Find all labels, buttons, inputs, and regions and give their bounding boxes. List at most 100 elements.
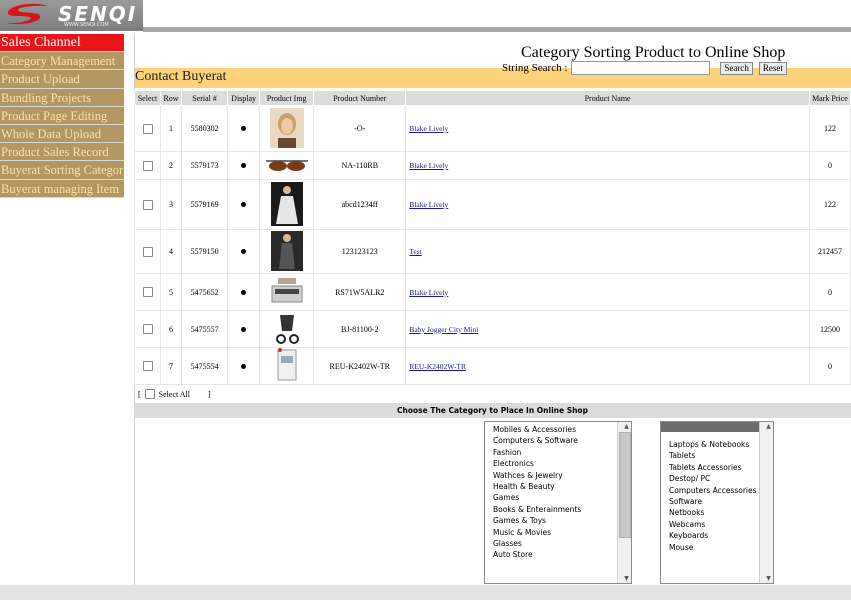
row-product-name-cell: Baby Jogger City Mini — [405, 310, 810, 348]
bracket-open: [ — [138, 389, 141, 399]
row-product-number: NA-110RB — [313, 151, 407, 180]
scroll-down-icon[interactable]: ▼ — [619, 574, 630, 583]
product-image[interactable] — [274, 311, 300, 347]
selected-highlight — [661, 422, 764, 432]
scroll-up-icon[interactable]: ▲ — [761, 422, 772, 431]
row-serial: 5580302 — [181, 105, 229, 152]
category-option[interactable]: Auto Store — [489, 549, 631, 560]
sub-listbox-scrollbar[interactable]: ▲ ▼ — [759, 422, 773, 583]
row-select-cell — [133, 347, 162, 385]
product-name-link[interactable]: REU-K2402W-TR — [409, 362, 466, 371]
subcategory-option[interactable]: Laptops & Notebooks — [665, 439, 773, 450]
product-name-link[interactable]: Baby Jogger City Mini — [409, 325, 478, 334]
row-select-cell — [133, 151, 162, 180]
subcategory-option[interactable]: Destop/ PC — [665, 473, 773, 484]
category-header: Choose The Category to Place In Online S… — [134, 403, 851, 418]
category-option[interactable]: Glasses — [489, 538, 631, 549]
product-name-link[interactable]: Blake Lively — [409, 124, 448, 133]
row-checkbox[interactable] — [142, 199, 153, 210]
sidebar-item-buyerat-sorting-category[interactable]: Buyerat Sorting Category — [0, 161, 124, 180]
category-option[interactable]: Health & Beauty — [489, 481, 631, 492]
subcategory-option[interactable]: Keyboards — [665, 530, 773, 541]
product-name-link[interactable]: Blake Lively — [409, 288, 448, 297]
scroll-up-icon[interactable]: ▲ — [619, 422, 630, 431]
row-product-name-cell: Blake Lively — [405, 151, 810, 180]
category-option[interactable]: Mobiles & Accessories — [489, 424, 631, 435]
category-listbox-main[interactable]: Mobiles & Accessories Computers & Softwar… — [484, 421, 632, 584]
sidebar-item-product-page-editing[interactable]: Product Page Editing — [0, 106, 124, 125]
product-image[interactable] — [269, 107, 304, 150]
product-name-link[interactable]: Test — [409, 247, 421, 256]
subcategory-option[interactable]: Tablets Accessories — [665, 462, 773, 473]
row-checkbox[interactable] — [142, 160, 153, 171]
category-option[interactable]: Books & Enterainments — [489, 504, 631, 515]
row-mark-price: 0 — [808, 151, 851, 180]
category-listbox-sub[interactable]: Laptops & Notebooks Tablets Tablets Access… — [660, 421, 774, 584]
subcategory-option[interactable]: Software — [665, 496, 773, 507]
sidebar-item-buyerat-managing-item[interactable]: Buyerat managing Item — [0, 179, 124, 198]
scroll-down-icon[interactable]: ▼ — [761, 574, 772, 583]
product-name-link[interactable]: Blake Lively — [409, 200, 448, 209]
row-mark-price: 12500 — [808, 310, 851, 348]
sidebar-item-sales-channel[interactable]: Sales Channel — [0, 34, 124, 53]
product-image[interactable] — [274, 348, 300, 384]
sidebar-item-product-sales-record[interactable]: Product Sales Record — [0, 143, 124, 162]
reset-button[interactable]: Reset — [758, 61, 787, 75]
sidebar-item-category-management[interactable]: Category Management — [0, 52, 124, 71]
scroll-thumb[interactable] — [619, 432, 631, 538]
row-mark-price: 122 — [808, 179, 851, 230]
product-image[interactable] — [270, 230, 303, 273]
search-button[interactable]: Search — [720, 61, 753, 75]
table-row: 7 5475554 REU-K2402W-TR REU-K2402W-TR 0 — [133, 347, 851, 385]
row-number: 3 — [160, 179, 183, 230]
select-all-checkbox[interactable] — [144, 389, 155, 399]
subcategory-option[interactable]: Netbooks — [665, 507, 773, 518]
header-product-name: Product Name — [405, 90, 810, 106]
display-dot-icon — [241, 363, 247, 369]
row-product-number: BJ-81100-2 — [313, 310, 407, 348]
product-image[interactable] — [264, 158, 310, 174]
row-number: 2 — [160, 151, 183, 180]
category-listbox-scrollbar[interactable]: ▲ ▼ — [617, 422, 631, 583]
category-option[interactable]: Music & Movies — [489, 527, 631, 538]
row-checkbox[interactable] — [142, 123, 153, 134]
search-row: String Search : Search Reset — [502, 61, 793, 75]
header-row: Row — [160, 90, 183, 106]
subcategory-option[interactable]: Computers Accessories — [665, 485, 773, 496]
category-option[interactable]: Games — [489, 492, 631, 503]
row-image-cell — [259, 310, 315, 348]
subcategory-option[interactable]: Mouse — [665, 542, 773, 553]
senqi-logo[interactable]: SENQI WWW.SENQI.COM — [0, 0, 143, 31]
table-row: 4 5579150 123123123 Test 212457 — [133, 229, 851, 274]
row-serial: 5475554 — [181, 347, 229, 385]
search-input[interactable] — [571, 61, 711, 75]
sidebar-item-whole-data-upload[interactable]: Whole Data Upload — [0, 124, 124, 144]
row-checkbox[interactable] — [142, 324, 153, 335]
row-checkbox[interactable] — [142, 246, 153, 257]
sidebar-item-bundling-projects[interactable]: Bundling Projects — [0, 88, 124, 107]
category-option[interactable]: Wathces & Jewelry — [489, 470, 631, 481]
top-divider — [143, 27, 851, 32]
display-dot-icon — [241, 289, 247, 295]
row-serial: 5475652 — [181, 273, 229, 311]
row-product-number: abcd1234ff — [313, 179, 407, 230]
category-option[interactable]: Computers & Software — [489, 435, 631, 446]
sidebar-item-product-upload[interactable]: Product Upload — [0, 70, 124, 89]
product-image[interactable] — [270, 278, 304, 306]
subcategory-option[interactable]: Webcams — [665, 519, 773, 530]
product-image[interactable] — [270, 181, 303, 228]
select-all-label[interactable]: Select All — [159, 390, 190, 399]
category-option[interactable]: Games & Toys — [489, 515, 631, 526]
row-number: 6 — [160, 310, 183, 348]
row-display-cell — [227, 151, 261, 180]
row-checkbox[interactable] — [142, 287, 153, 298]
row-checkbox[interactable] — [142, 361, 153, 372]
header-product-number: Product Number — [313, 90, 407, 106]
header-serial: Serial # — [181, 90, 229, 106]
category-option[interactable]: Electronics — [489, 458, 631, 469]
subcategory-option[interactable]: Tablets — [665, 450, 773, 461]
product-name-link[interactable]: Blake Lively — [409, 161, 448, 170]
row-mark-price: 0 — [808, 347, 851, 385]
row-select-cell — [133, 105, 162, 152]
category-option[interactable]: Fashion — [489, 447, 631, 458]
